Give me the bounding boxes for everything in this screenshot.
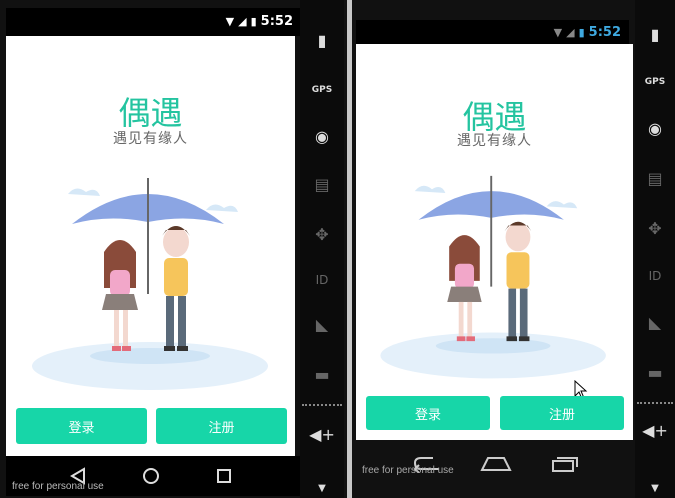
sms-icon[interactable]: ▬ [300,354,344,394]
login-button[interactable]: 登录 [16,408,147,444]
wifi-icon: ▼ [225,15,235,28]
girl-figure [102,240,138,351]
status-time: 5:52 [260,14,293,29]
watermark: free for personal use [362,465,454,476]
clapper-icon[interactable]: ▤ [300,164,344,204]
battery-charging-icon: ▮ [250,15,257,28]
girl-figure [447,235,482,342]
boy-figure [162,226,190,351]
camera-icon[interactable]: ◉ [300,116,344,156]
status-time: 5:52 [588,25,621,40]
couple-umbrella-illustration [380,175,606,379]
volume-up-icon[interactable]: ◀+ [300,414,344,454]
watermark: free for personal use [12,481,104,492]
register-button[interactable]: 注册 [500,396,624,430]
nav-bar [356,440,629,486]
cloud-right [206,204,238,212]
status-icons: ▼ ◢ ▮ 5:52 [226,14,293,29]
dpad-icon[interactable]: ✥ [300,214,344,254]
app-screen: 偶遇 遇见有缘人 登录 注册 [6,36,295,456]
id-icon[interactable]: ID [300,260,344,300]
status-bar: ▼ ◢ ▮ 5:52 [356,20,629,44]
camera-icon[interactable]: ◉ [635,108,675,148]
couple-umbrella-illustration [32,178,268,390]
rss-icon[interactable]: ◣ [635,302,675,342]
rss-icon[interactable]: ◣ [300,304,344,344]
sms-icon[interactable]: ▬ [635,352,675,392]
emulator-sidebar: ▮ GPS ◉ ▤ ✥ ID ◣ ▬ ◀+ ▼ [300,0,344,498]
status-icons: ▼ ◢ ▮ 5:52 [554,25,621,40]
gps-icon[interactable]: GPS [300,70,344,110]
status-bar: ▼ ◢ ▮ 5:52 [6,8,301,36]
dpad-icon[interactable]: ✥ [635,208,675,248]
emulator-right: ▼ ◢ ▮ 5:52 偶遇 遇见有缘人 登录 注册 free for perso… [352,0,675,498]
cloud-left [68,188,100,196]
battery-charging-icon: ▮ [578,26,585,39]
cloud-left [414,185,446,194]
app-subtitle: 遇见有缘人 [457,133,532,149]
emulator-sidebar: ▮ GPS ◉ ▤ ✥ ID ◣ ▬ ◀+ ▼ [635,0,675,498]
home-icon[interactable] [480,452,512,476]
emulator-left: ▼ ◢ ▮ 5:52 偶遇 遇见有缘人 登录 注册 free for perso… [0,0,347,498]
wifi-icon: ▼ [553,26,563,39]
recents-icon[interactable] [212,464,236,488]
app-screen: 偶遇 遇见有缘人 登录 注册 [356,44,633,440]
chevron-down-icon[interactable]: ▼ [300,478,344,498]
gps-icon[interactable]: GPS [635,62,675,102]
boy-figure [504,221,532,342]
id-icon[interactable]: ID [635,256,675,296]
volume-up-icon[interactable]: ◀+ [635,410,675,450]
signal-icon: ◢ [238,15,247,28]
signal-icon: ◢ [566,26,575,39]
cloud-right [546,201,578,209]
divider [302,404,342,406]
chevron-down-icon[interactable]: ▼ [635,478,675,498]
battery-icon[interactable]: ▮ [300,20,344,60]
recents-icon[interactable] [550,452,580,476]
clapper-icon[interactable]: ▤ [635,158,675,198]
app-subtitle: 遇见有缘人 [113,131,188,147]
divider [637,402,673,404]
register-button[interactable]: 注册 [156,408,287,444]
battery-icon[interactable]: ▮ [635,14,675,54]
login-button[interactable]: 登录 [366,396,490,430]
home-icon[interactable] [139,464,163,488]
